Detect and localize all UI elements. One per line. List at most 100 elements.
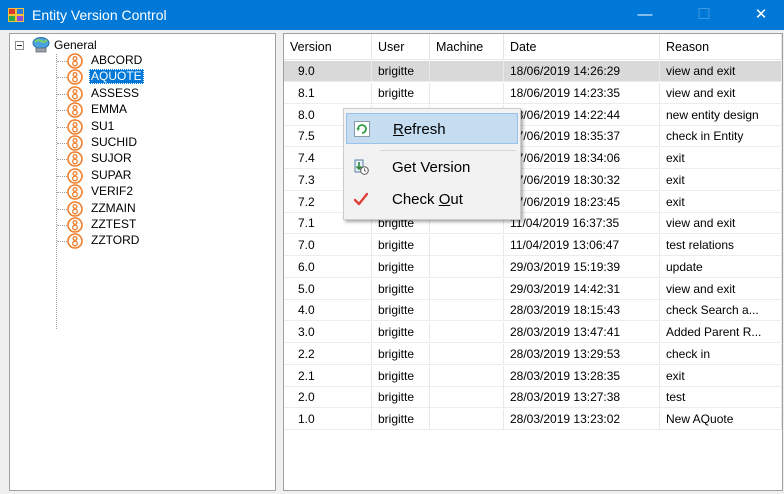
tree-node-suchid[interactable]: SUCHID <box>10 135 275 151</box>
table-row[interactable]: 1.0 brigitte 28/03/2019 13:23:02 New AQuote <box>284 409 782 430</box>
cell-version: 4.0 <box>284 300 372 322</box>
menu-item-check-out[interactable]: Check Out <box>346 184 518 215</box>
menu-accelerator: O <box>438 191 451 208</box>
cell-reason: exit <box>660 148 782 169</box>
menu-label-pre: Get Version <box>392 159 471 176</box>
cell-user: brigitte <box>372 300 430 322</box>
cell-user: brigitte <box>372 235 430 256</box>
tree-node-zzmain[interactable]: ZZMAIN <box>10 201 275 217</box>
cell-version: 2.2 <box>284 343 372 365</box>
tree-node-aquote[interactable]: AQUOTE <box>10 69 275 86</box>
get-version-icon <box>354 159 369 175</box>
tree-node-verif2[interactable]: VERIF2 <box>10 184 275 200</box>
tree-connector <box>57 61 67 62</box>
tree-node-supar[interactable]: SUPAR <box>10 168 275 184</box>
cell-reason: exit <box>660 169 782 191</box>
column-header-date[interactable]: Date <box>504 34 660 60</box>
tree-node-emma[interactable]: EMMA <box>10 102 275 118</box>
entity-icon <box>67 85 83 102</box>
tree-node-zztest[interactable]: ZZTEST <box>10 217 275 233</box>
cell-reason: view and exit <box>660 213 782 235</box>
menu-label-post: ut <box>450 191 463 208</box>
entity-icon <box>67 184 83 200</box>
table-row[interactable]: 2.2 brigitte 28/03/2019 13:29:53 check in <box>284 343 782 365</box>
tree-node-label: AQUOTE <box>89 69 144 85</box>
cell-reason: test relations <box>660 235 782 256</box>
tree-connector <box>57 77 67 79</box>
cell-reason: new entity design <box>660 104 782 126</box>
menu-item-get-version[interactable]: Get Version <box>346 152 518 183</box>
cell-date: 17/06/2019 18:35:37 <box>504 126 660 148</box>
cell-version: 6.0 <box>284 256 372 278</box>
tree-connector <box>57 241 67 243</box>
tree-node-label: ASSESS <box>91 85 140 100</box>
tree-connector <box>57 110 67 112</box>
menu-item-label: Check Out <box>392 191 463 208</box>
table-row[interactable]: 5.0 brigitte 29/03/2019 14:42:31 view and e… <box>284 278 782 300</box>
cell-reason: exit <box>660 191 782 213</box>
table-row[interactable]: 8.1 brigitte 18/06/2019 14:23:35 view and e… <box>284 82 782 104</box>
table-row[interactable]: 6.0 brigitte 29/03/2019 15:19:39 update <box>284 256 782 278</box>
table-row[interactable]: 2.1 brigitte 28/03/2019 13:28:35 exit <box>284 365 782 387</box>
entity-icon <box>67 233 83 250</box>
cell-machine <box>430 365 504 387</box>
cell-user: brigitte <box>372 322 430 343</box>
entity-icon <box>67 69 83 86</box>
tree-node-label: SU1 <box>91 118 115 133</box>
tree-connector <box>57 208 67 210</box>
collapse-icon[interactable] <box>15 41 24 50</box>
entity-icon <box>67 102 83 118</box>
cell-version: 2.1 <box>284 365 372 387</box>
entity-icon <box>67 151 83 168</box>
cell-date: 17/06/2019 18:30:32 <box>504 169 660 191</box>
entity-icon <box>67 135 83 151</box>
cell-version: 1.0 <box>284 409 372 430</box>
cell-user: brigitte <box>372 365 430 387</box>
tree-node-assess[interactable]: ASSESS <box>10 86 275 102</box>
menu-item-refresh[interactable]: Refresh <box>346 113 518 144</box>
tree-node-su1[interactable]: SU1 <box>10 119 275 135</box>
cell-date: 17/06/2019 18:23:45 <box>504 191 660 213</box>
minimize-button[interactable]: — <box>622 0 668 30</box>
refresh-icon <box>354 121 370 137</box>
cell-user: brigitte <box>372 82 430 104</box>
table-row[interactable]: 7.0 brigitte 11/04/2019 13:06:47 test relat… <box>284 235 782 256</box>
cell-version: 2.0 <box>284 387 372 409</box>
app-icon <box>8 8 24 22</box>
column-header-reason[interactable]: Reason <box>660 34 782 60</box>
cell-date: 28/03/2019 13:23:02 <box>504 409 660 430</box>
menu-separator <box>380 150 516 151</box>
table-row[interactable]: 3.0 brigitte 28/03/2019 13:47:41 Added Pare… <box>284 322 782 343</box>
cell-date: 11/04/2019 13:06:47 <box>504 235 660 256</box>
entity-icon <box>67 200 83 217</box>
cell-date: 18/06/2019 14:23:35 <box>504 82 660 104</box>
tree-node-label: ABCORD <box>91 53 143 67</box>
table-row[interactable]: 9.0 brigitte 18/06/2019 14:26:29 view and e… <box>284 61 782 82</box>
column-header-machine[interactable]: Machine <box>430 34 504 60</box>
table-row[interactable]: 4.0 brigitte 28/03/2019 18:15:43 check Sear… <box>284 300 782 322</box>
cell-reason: New AQuote <box>660 409 782 430</box>
version-grid[interactable]: Version User Machine Date Reason 9.0 brigitte… <box>283 33 783 491</box>
column-header-user[interactable]: User <box>372 34 430 60</box>
cell-date: 28/03/2019 18:15:43 <box>504 300 660 322</box>
entity-icon <box>67 53 83 69</box>
cell-version: 7.0 <box>284 235 372 256</box>
tree-node-zztord[interactable]: ZZTORD <box>10 233 275 250</box>
close-button[interactable]: ✕ <box>738 0 784 30</box>
table-row[interactable]: 2.0 brigitte 28/03/2019 13:27:38 test <box>284 387 782 409</box>
cell-machine <box>430 409 504 430</box>
column-header-version[interactable]: Version <box>284 34 372 60</box>
tree-node-sujor[interactable]: SUJOR <box>10 151 275 168</box>
tree-connector <box>57 93 67 95</box>
menu-label-post: efresh <box>403 121 446 138</box>
entity-icon <box>67 217 83 233</box>
cell-user: brigitte <box>372 256 430 278</box>
tree-node-abcord[interactable]: ABCORD <box>10 53 275 69</box>
cell-user: brigitte <box>372 278 430 300</box>
cell-date: 17/06/2019 18:34:06 <box>504 148 660 169</box>
entity-tree[interactable]: General ABCORD AQUOTE ASSESS EMMA SU1 SUCHID S… <box>9 33 276 491</box>
cell-date: 18/06/2019 14:26:29 <box>504 61 660 82</box>
cell-reason: view and exit <box>660 61 782 82</box>
cell-user: brigitte <box>372 387 430 409</box>
cell-reason: check in <box>660 343 782 365</box>
